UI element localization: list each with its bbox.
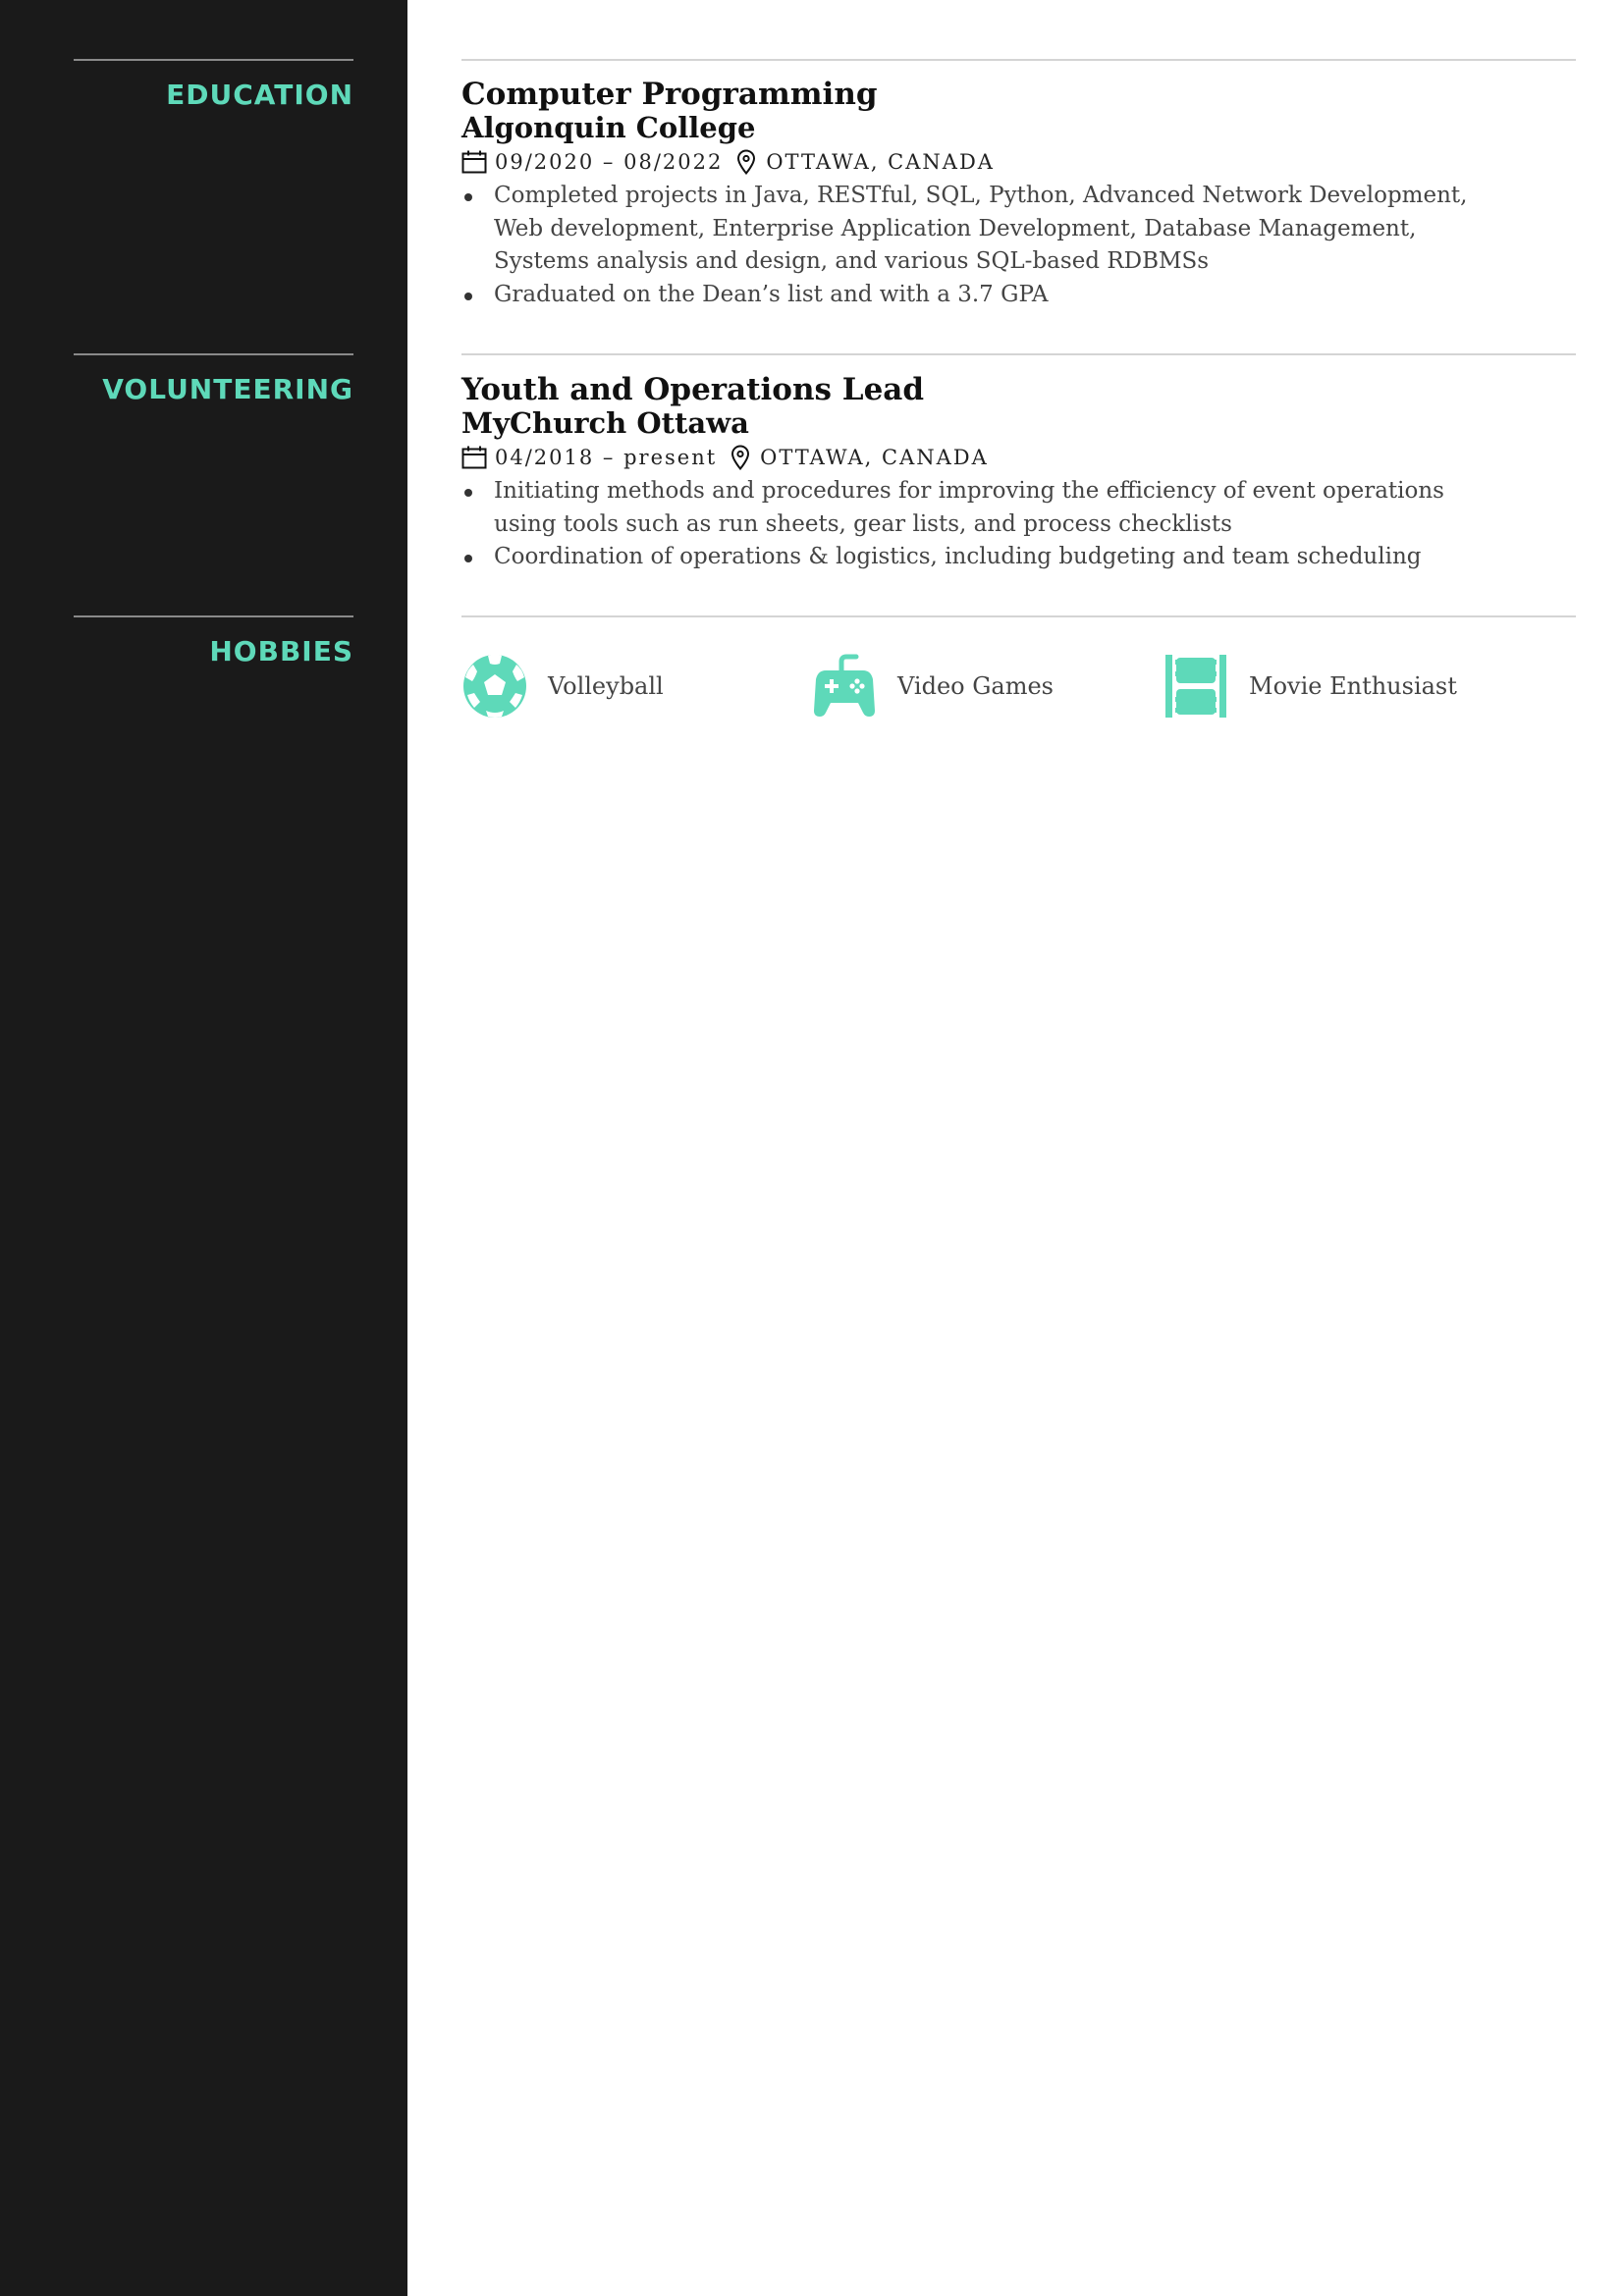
calendar-icon: [461, 446, 487, 469]
hobby-item: Movie Enthusiast: [1163, 650, 1457, 722]
section-header-hobbies: HOBBIES: [74, 615, 353, 667]
section-title-hobbies: HOBBIES: [209, 635, 353, 667]
education-entry: Computer Programming Algonquin College 0…: [461, 78, 1576, 311]
volunteering-location: OTTAWA, CANADA: [760, 446, 989, 469]
volunteering-bullets: Initiating methods and procedures for im…: [461, 475, 1473, 574]
list-item: Graduated on the Dean’s list and with a …: [461, 279, 1473, 312]
list-item: Initiating methods and procedures for im…: [461, 475, 1473, 541]
divider-education: [461, 59, 1576, 61]
hobby-label: Volleyball: [548, 672, 664, 700]
list-item: Completed projects in Java, RESTful, SQL…: [461, 180, 1473, 279]
volunteering-entry: Youth and Operations Lead MyChurch Ottaw…: [461, 373, 1576, 574]
calendar-icon: [461, 150, 487, 174]
location-pin-icon: [730, 445, 750, 470]
education-org: Algonquin College: [461, 111, 756, 144]
hobby-item: Video Games: [811, 650, 1054, 722]
section-title-volunteering: VOLUNTEERING: [102, 373, 353, 405]
hobby-label: Video Games: [897, 672, 1054, 700]
education-location: OTTAWA, CANADA: [766, 150, 995, 174]
education-bullets: Completed projects in Java, RESTful, SQL…: [461, 180, 1473, 311]
gamepad-icon: [811, 653, 878, 720]
list-item: Coordination of operations & logistics, …: [461, 541, 1473, 574]
education-dates: 09/2020 – 08/2022: [495, 150, 724, 174]
volunteering-dates: 04/2018 – present: [495, 446, 718, 469]
divider-hobbies: [461, 615, 1576, 617]
section-header-education: EDUCATION: [74, 59, 353, 111]
divider-volunteering: [461, 353, 1576, 355]
education-meta: 09/2020 – 08/2022 OTTAWA, CANADA: [461, 146, 1576, 178]
hobbies-list: Volleyball Video Games Movie Enthusiast: [461, 650, 1576, 722]
soccer-ball-icon: [461, 653, 528, 720]
sidebar: [0, 0, 407, 2296]
volunteering-org: MyChurch Ottawa: [461, 406, 749, 440]
section-header-volunteering: VOLUNTEERING: [74, 353, 353, 405]
volunteering-meta: 04/2018 – present OTTAWA, CANADA: [461, 442, 1576, 473]
education-title: Computer Programming: [461, 77, 878, 112]
hobby-label: Movie Enthusiast: [1249, 672, 1457, 700]
volunteering-title: Youth and Operations Lead: [461, 372, 925, 407]
hobby-item: Volleyball: [461, 650, 664, 722]
location-pin-icon: [736, 149, 756, 175]
film-strip-icon: [1163, 653, 1229, 720]
section-title-education: EDUCATION: [166, 79, 353, 111]
